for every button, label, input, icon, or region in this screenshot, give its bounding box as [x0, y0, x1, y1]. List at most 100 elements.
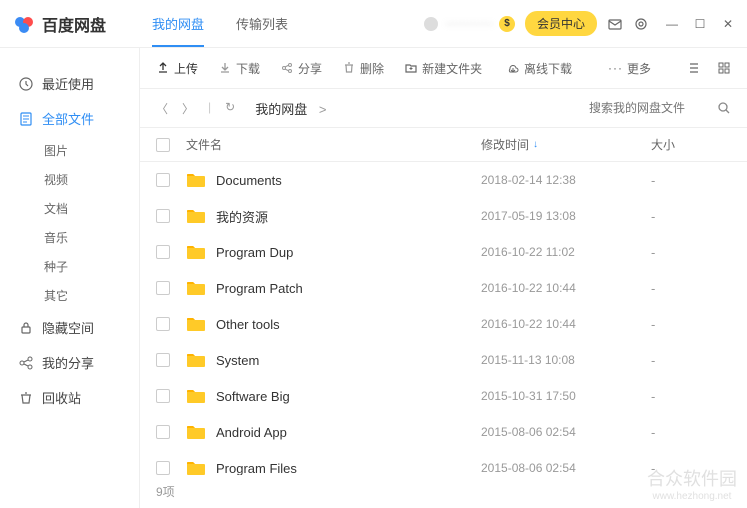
sidebar-sub-torrent[interactable]: 种子	[0, 252, 139, 281]
row-checkbox[interactable]	[156, 461, 170, 475]
nav-back-button[interactable]: 〈	[156, 100, 168, 117]
sidebar-sub-other[interactable]: 其它	[0, 281, 139, 310]
folder-icon	[186, 244, 206, 260]
share-icon	[18, 355, 34, 371]
file-row[interactable]: Other tools2016-10-22 10:44-	[140, 306, 747, 342]
new-folder-button[interactable]: 新建文件夹	[404, 60, 482, 77]
file-date: 2016-10-22 10:44	[481, 281, 651, 295]
sidebar-recent[interactable]: 最近使用	[0, 66, 139, 101]
search-box[interactable]	[589, 101, 731, 115]
sidebar-sub-images[interactable]: 图片	[0, 136, 139, 165]
clock-icon	[18, 76, 34, 92]
folder-icon	[186, 172, 206, 188]
column-name[interactable]: 文件名	[186, 136, 481, 153]
file-row[interactable]: 我的资源 2017-05-19 13:08-	[140, 198, 747, 234]
file-name: Program Files	[216, 461, 297, 476]
close-button[interactable]: ✕	[721, 17, 735, 31]
select-all-checkbox[interactable]	[156, 138, 170, 152]
more-button[interactable]: ··· 更多	[608, 60, 651, 77]
sidebar-sub-video[interactable]: 视频	[0, 165, 139, 194]
row-checkbox[interactable]	[156, 245, 170, 259]
file-name: Program Patch	[216, 281, 303, 296]
mail-icon[interactable]	[607, 16, 623, 32]
column-size[interactable]: 大小	[651, 136, 731, 153]
search-icon[interactable]	[717, 101, 731, 115]
folder-icon	[186, 424, 206, 440]
maximize-button[interactable]: ☐	[693, 17, 707, 31]
gear-icon[interactable]	[633, 16, 649, 32]
upload-icon	[156, 61, 170, 75]
sidebar-sub-docs[interactable]: 文档	[0, 194, 139, 223]
cloud-download-icon	[506, 61, 520, 75]
folder-icon	[186, 352, 206, 368]
file-date: 2015-08-06 02:54	[481, 425, 651, 439]
file-size: -	[651, 245, 731, 260]
file-size: -	[651, 209, 731, 224]
share-button[interactable]: 分享	[280, 60, 322, 77]
sidebar-all-files[interactable]: 全部文件	[0, 101, 139, 136]
column-date[interactable]: 修改时间 ↓	[481, 136, 651, 153]
minimize-button[interactable]: —	[665, 17, 679, 31]
file-row[interactable]: Program Patch2016-10-22 10:44-	[140, 270, 747, 306]
file-size: -	[651, 461, 731, 476]
file-size: -	[651, 425, 731, 440]
avatar-icon	[423, 16, 439, 32]
upload-button[interactable]: 上传	[156, 60, 198, 77]
download-icon	[218, 61, 232, 75]
file-row[interactable]: Android App2015-08-06 02:54-	[140, 414, 747, 450]
nav-forward-button[interactable]: 〉	[182, 100, 194, 117]
sort-toggle-icon[interactable]	[687, 61, 701, 75]
row-checkbox[interactable]	[156, 389, 170, 403]
file-date: 2017-05-19 13:08	[481, 209, 651, 223]
file-date: 2015-08-06 02:54	[481, 461, 651, 475]
file-name: Software Big	[216, 389, 290, 404]
row-checkbox[interactable]	[156, 425, 170, 439]
file-size: -	[651, 389, 731, 404]
file-row[interactable]: System2015-11-13 10:08-	[140, 342, 747, 378]
user-area[interactable]: ············· $	[423, 16, 515, 32]
search-input[interactable]	[589, 101, 709, 115]
nav-refresh-button[interactable]: ↻	[225, 100, 235, 117]
file-size: -	[651, 353, 731, 368]
titlebar: 百度网盘 我的网盘 传输列表 ············· $ 会员中心 — ☐ …	[0, 0, 747, 48]
cloud-logo-icon	[12, 12, 36, 36]
file-row[interactable]: Program Dup2016-10-22 11:02-	[140, 234, 747, 270]
offline-download-button[interactable]: 离线下载	[506, 60, 572, 77]
member-center-button[interactable]: 会员中心	[525, 11, 597, 36]
row-checkbox[interactable]	[156, 317, 170, 331]
sidebar-hidden-space[interactable]: 隐藏空间	[0, 310, 139, 345]
folder-icon	[186, 316, 206, 332]
sidebar-sub-music[interactable]: 音乐	[0, 223, 139, 252]
folder-icon	[186, 460, 206, 475]
table-header: 文件名 修改时间 ↓ 大小	[140, 128, 747, 162]
sidebar-my-share[interactable]: 我的分享	[0, 345, 139, 380]
download-button[interactable]: 下载	[218, 60, 260, 77]
new-folder-icon	[404, 61, 418, 75]
folder-icon	[186, 388, 206, 404]
file-row[interactable]: Documents2018-02-14 12:38-	[140, 162, 747, 198]
files-icon	[18, 111, 34, 127]
row-checkbox[interactable]	[156, 281, 170, 295]
file-date: 2016-10-22 10:44	[481, 317, 651, 331]
file-name: 我的资源	[216, 207, 268, 226]
lock-icon	[18, 320, 34, 336]
file-date: 2016-10-22 11:02	[481, 245, 651, 259]
view-toggle-icon[interactable]	[717, 61, 731, 75]
tab-mydisk[interactable]: 我的网盘	[136, 0, 220, 47]
file-row[interactable]: Program Files 2015-08-06 02:54-	[140, 450, 747, 475]
item-count: 9项	[140, 475, 747, 508]
row-checkbox[interactable]	[156, 173, 170, 187]
delete-icon	[342, 61, 356, 75]
row-checkbox[interactable]	[156, 353, 170, 367]
breadcrumb[interactable]: 我的网盘 >	[255, 99, 326, 118]
delete-button[interactable]: 删除	[342, 60, 384, 77]
file-name: System	[216, 353, 259, 368]
nav-row: 〈 〉 | ↻ 我的网盘 >	[140, 88, 747, 128]
sidebar-trash[interactable]: 回收站	[0, 380, 139, 415]
share-tool-icon	[280, 61, 294, 75]
file-row[interactable]: Software Big2015-10-31 17:50-	[140, 378, 747, 414]
tab-transfer[interactable]: 传输列表	[220, 0, 304, 47]
username: ·············	[445, 18, 493, 30]
main-tabs: 我的网盘 传输列表	[136, 0, 304, 47]
row-checkbox[interactable]	[156, 209, 170, 223]
